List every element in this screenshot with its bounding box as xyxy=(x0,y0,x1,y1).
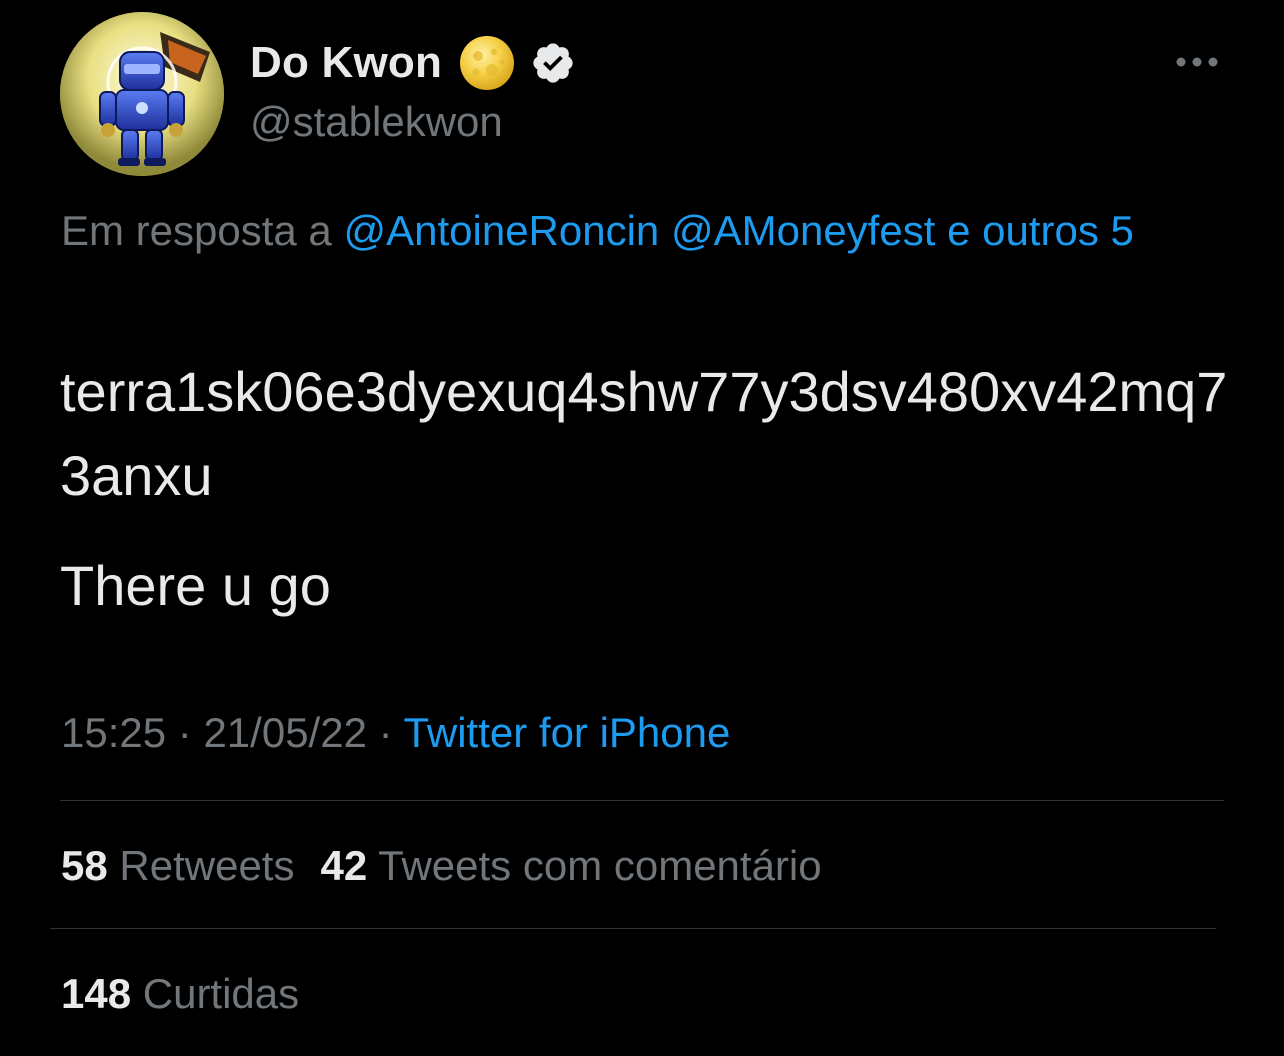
quote-tweets-stat[interactable]: 42 Tweets com comentário xyxy=(320,842,821,889)
reply-prefix: Em resposta a xyxy=(61,207,332,254)
tweet-meta: 15:25 · 21/05/22 · Twitter for iPhone xyxy=(61,706,730,760)
divider xyxy=(60,800,1224,801)
author-handle[interactable]: @stablekwon xyxy=(250,98,503,146)
retweets-stat[interactable]: 58 Retweets xyxy=(61,842,294,889)
likes-label: Curtidas xyxy=(142,970,300,1017)
reply-context: Em resposta a @AntoineRoncin @AMoneyfest… xyxy=(61,198,1181,264)
tweet-message: There u go xyxy=(60,554,331,617)
tweet-stats: 58 Retweets 42 Tweets com comentário xyxy=(61,838,822,894)
retweets-label: Retweets xyxy=(119,842,295,889)
meta-separator: · xyxy=(378,709,393,756)
tweet-text: terra1sk06e3dyexuq4shw77y3dsv480xv42mq73… xyxy=(60,350,1240,628)
tweet-source-link[interactable]: Twitter for iPhone xyxy=(404,709,731,756)
tweet-date[interactable]: 21/05/22 xyxy=(203,709,367,756)
author-display-name[interactable]: Do Kwon xyxy=(250,38,442,88)
robot-avatar-icon xyxy=(60,12,224,176)
divider xyxy=(50,928,1216,929)
meta-separator: · xyxy=(177,709,192,756)
likes-stat[interactable]: 148 Curtidas xyxy=(61,966,299,1022)
more-options-icon[interactable] xyxy=(1174,52,1220,72)
quote-tweets-count: 42 xyxy=(320,842,368,889)
likes-count: 148 xyxy=(61,970,132,1017)
tweet-detail: Do Kwon @stablekwon Em resposta a @Antoi… xyxy=(0,0,1284,1056)
retweets-count: 58 xyxy=(61,842,108,889)
reply-connector[interactable]: e xyxy=(947,207,970,254)
reply-mention-antoineroncin[interactable]: @AntoineRoncin xyxy=(343,207,659,254)
author-name-row: Do Kwon xyxy=(250,36,576,90)
tweet-time[interactable]: 15:25 xyxy=(61,709,166,756)
verified-badge-icon xyxy=(533,43,573,83)
reply-mention-amoneyfest[interactable]: @AMoneyfest xyxy=(671,207,935,254)
quote-tweets-label: Tweets com comentário xyxy=(378,842,822,889)
profile-avatar[interactable] xyxy=(60,12,224,176)
reply-others-link[interactable]: outros 5 xyxy=(982,207,1134,254)
full-moon-icon xyxy=(460,36,515,90)
tweet-wallet-address: terra1sk06e3dyexuq4shw77y3dsv480xv42mq73… xyxy=(60,360,1228,507)
